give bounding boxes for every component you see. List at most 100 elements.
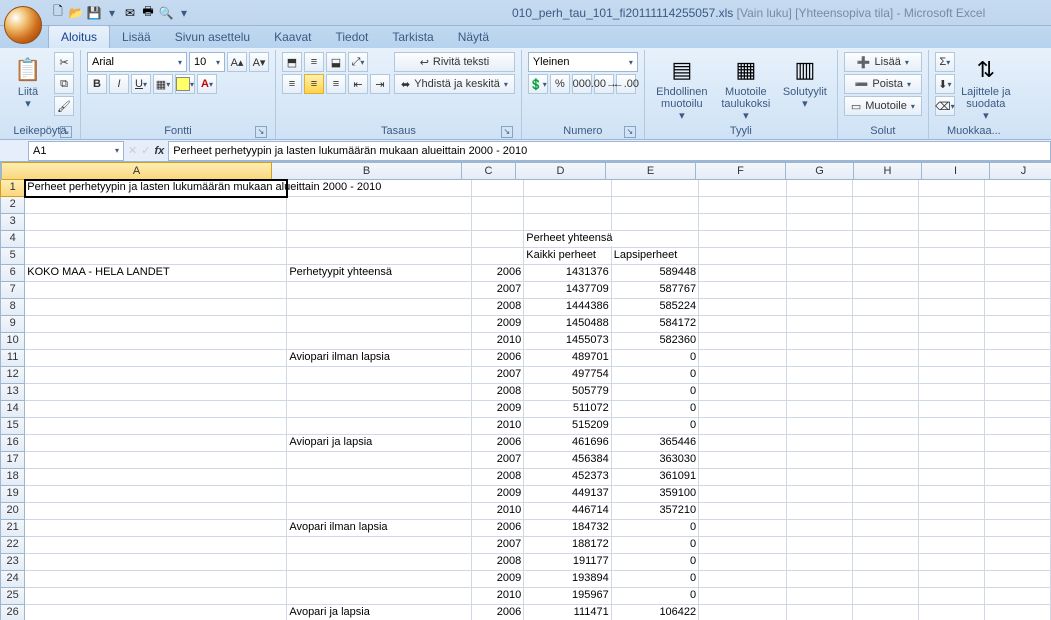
cell[interactable] [853, 197, 919, 214]
tab-pagelayout[interactable]: Sivun asettelu [163, 26, 262, 48]
cell[interactable] [853, 452, 919, 469]
fill-color-button[interactable]: ▾ [175, 74, 195, 94]
cell[interactable]: 489701 [524, 350, 611, 367]
cell[interactable] [919, 180, 985, 197]
column-header-J[interactable]: J [990, 162, 1051, 180]
accounting-button[interactable]: 💲▾ [528, 74, 548, 94]
cell[interactable] [919, 282, 985, 299]
number-format-select[interactable]: Yleinen▾ [528, 52, 638, 72]
clear-button[interactable]: ⌫ ▾ [935, 96, 955, 116]
align-middle-button[interactable]: ≡ [304, 52, 324, 72]
cell[interactable] [25, 231, 287, 248]
cell[interactable]: 191177 [524, 554, 611, 571]
cell[interactable] [853, 520, 919, 537]
cell[interactable]: 505779 [524, 384, 611, 401]
cell[interactable] [699, 469, 786, 486]
qat-preview-icon[interactable]: 🔍 [158, 5, 174, 21]
inc-decimal-button[interactable]: .00→ [594, 74, 614, 94]
row-header[interactable]: 3 [0, 214, 25, 231]
qat-print-icon[interactable]: 🖶 [140, 5, 156, 21]
cell[interactable] [25, 605, 287, 620]
cell[interactable] [25, 554, 287, 571]
font-launcher[interactable]: ↘ [255, 126, 267, 138]
cell[interactable] [919, 231, 985, 248]
cell[interactable] [787, 503, 853, 520]
cell[interactable]: 184732 [524, 520, 611, 537]
cell[interactable] [919, 571, 985, 588]
cell[interactable] [985, 180, 1051, 197]
cell[interactable] [25, 350, 287, 367]
cell[interactable] [699, 299, 786, 316]
cell[interactable]: Avopari ja lapsia [287, 605, 471, 620]
cell[interactable] [787, 452, 853, 469]
cell[interactable] [985, 316, 1051, 333]
cell[interactable]: Kaikki perheet [524, 248, 611, 265]
cell[interactable]: 193894 [524, 571, 611, 588]
qat-more-dropdown[interactable]: ▾ [176, 5, 192, 21]
cell[interactable] [919, 248, 985, 265]
cell[interactable] [919, 554, 985, 571]
cell[interactable]: 1444386 [524, 299, 611, 316]
cell[interactable] [787, 435, 853, 452]
cell[interactable]: 2006 [472, 265, 525, 282]
row-header[interactable]: 4 [0, 231, 25, 248]
cell[interactable] [25, 588, 287, 605]
row-header[interactable]: 1 [0, 180, 25, 197]
cell[interactable] [919, 418, 985, 435]
cell[interactable] [287, 401, 471, 418]
tab-insert[interactable]: Lisää [110, 26, 163, 48]
cell[interactable] [287, 486, 471, 503]
cell[interactable]: 2007 [472, 367, 525, 384]
cell[interactable]: 365446 [612, 435, 699, 452]
cell[interactable] [699, 197, 786, 214]
cell[interactable]: Perhetyypit yhteensä [287, 265, 471, 282]
cell[interactable] [853, 265, 919, 282]
cell[interactable] [287, 554, 471, 571]
enter-formula-icon[interactable]: ✓ [141, 144, 150, 157]
align-bottom-button[interactable]: ⬓ [326, 52, 346, 72]
column-header-B[interactable]: B [272, 162, 462, 180]
cell[interactable]: 2009 [472, 316, 525, 333]
cell[interactable] [25, 401, 287, 418]
cell[interactable] [919, 197, 985, 214]
cell[interactable] [25, 418, 287, 435]
italic-button[interactable]: I [109, 74, 129, 94]
cell[interactable] [699, 435, 786, 452]
autosum-button[interactable]: Σ ▾ [935, 52, 955, 72]
tab-formulas[interactable]: Kaavat [262, 26, 323, 48]
cell[interactable]: KOKO MAA - HELA LANDET [25, 265, 287, 282]
cell[interactable] [612, 197, 699, 214]
qat-mail-icon[interactable]: ✉ [122, 5, 138, 21]
cell[interactable] [853, 588, 919, 605]
cell[interactable] [287, 333, 471, 350]
cell[interactable] [699, 214, 786, 231]
cell[interactable] [919, 350, 985, 367]
number-launcher[interactable]: ↘ [624, 126, 636, 138]
cell[interactable] [287, 299, 471, 316]
cell[interactable] [787, 197, 853, 214]
cell[interactable] [985, 452, 1051, 469]
row-header[interactable]: 22 [0, 537, 25, 554]
delete-cells-button[interactable]: ➖ Poista ▾ [844, 74, 922, 94]
row-header[interactable]: 20 [0, 503, 25, 520]
cell[interactable] [853, 401, 919, 418]
cell[interactable] [919, 503, 985, 520]
sort-filter-button[interactable]: ⇅ Lajittele ja suodata▾ [959, 52, 1013, 122]
cell[interactable] [853, 299, 919, 316]
cell[interactable]: 0 [612, 367, 699, 384]
cell[interactable] [919, 367, 985, 384]
cell[interactable] [985, 469, 1051, 486]
worksheet-grid[interactable]: ABCDEFGHIJ 1Perheet perhetyypin ja laste… [0, 162, 1051, 620]
cell[interactable] [287, 231, 471, 248]
cell[interactable] [985, 265, 1051, 282]
cell[interactable] [919, 452, 985, 469]
cell[interactable] [985, 503, 1051, 520]
cell[interactable] [287, 571, 471, 588]
column-header-E[interactable]: E [606, 162, 696, 180]
cell[interactable]: 1450488 [524, 316, 611, 333]
row-header[interactable]: 15 [0, 418, 25, 435]
cell[interactable]: 0 [612, 554, 699, 571]
cell[interactable] [853, 316, 919, 333]
cell[interactable] [985, 554, 1051, 571]
cell[interactable]: 2009 [472, 486, 525, 503]
